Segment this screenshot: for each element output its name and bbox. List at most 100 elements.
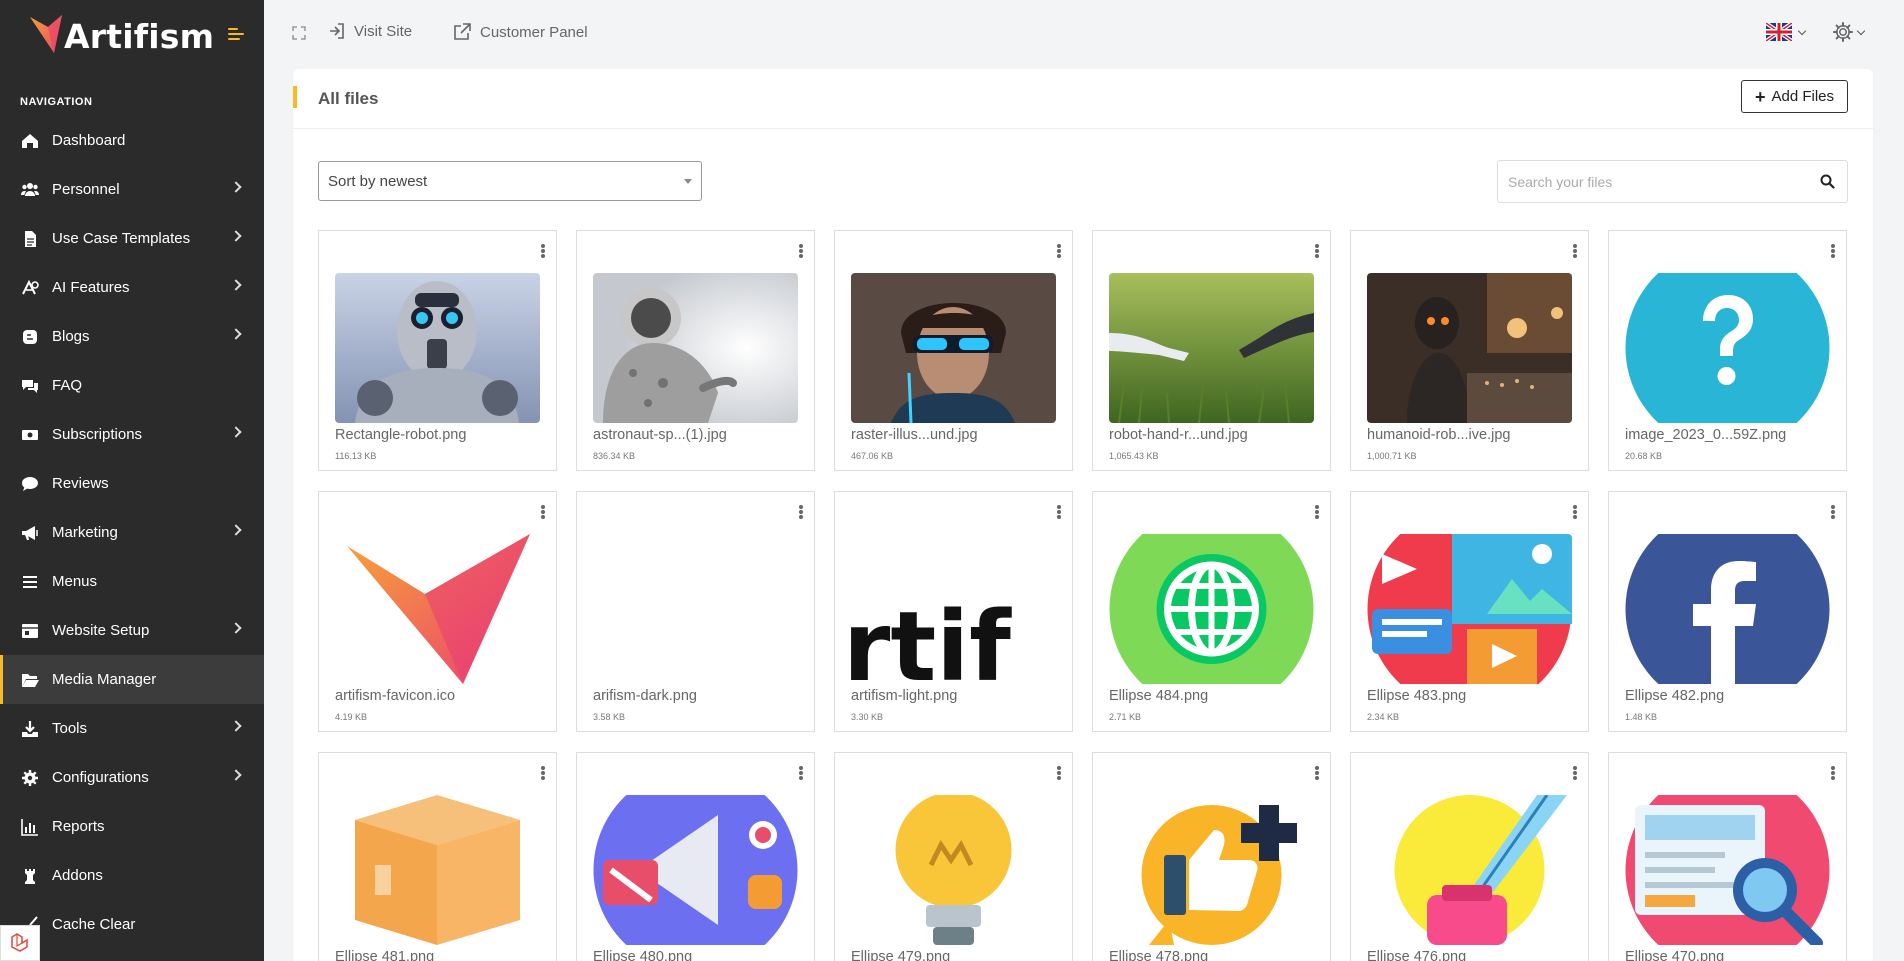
fullscreen-icon[interactable] — [292, 26, 306, 40]
settings-chevron-down-icon[interactable] — [1856, 26, 1866, 36]
sidebar-item-label: Tools — [52, 720, 88, 737]
sort-select[interactable]: Sort by newest — [318, 161, 702, 201]
more-vertical-icon[interactable] — [1831, 244, 1835, 258]
more-vertical-icon[interactable] — [1057, 766, 1061, 780]
more-vertical-icon[interactable] — [799, 766, 803, 780]
more-vertical-icon[interactable] — [1057, 244, 1061, 258]
file-card[interactable]: Ellipse 482.png 1.48 KB — [1608, 491, 1847, 732]
settings-gear-icon[interactable] — [1832, 21, 1854, 43]
file-thumbnail[interactable] — [1109, 795, 1314, 945]
file-thumbnail[interactable] — [335, 795, 540, 945]
file-card[interactable]: image_2023_0...59Z.png 20.68 KB — [1608, 230, 1847, 471]
sidebar-item-label: Subscriptions — [52, 426, 143, 443]
topbar: Visit Site Customer Panel — [264, 0, 1904, 68]
file-thumbnail[interactable] — [593, 273, 798, 423]
menu-toggle-icon[interactable] — [228, 28, 246, 42]
sidebar-item-dashboard[interactable]: Dashboard — [0, 116, 264, 165]
folder-open-icon — [20, 671, 40, 689]
svg-text:rtif: rtif — [851, 591, 1012, 684]
sidebar-item-reviews[interactable]: Reviews — [0, 459, 264, 508]
file-name: Ellipse 482.png — [1625, 688, 1725, 704]
more-vertical-icon[interactable] — [541, 766, 545, 780]
file-thumbnail[interactable] — [1625, 795, 1830, 945]
file-card[interactable]: raster-illus...und.jpg 467.06 KB — [834, 230, 1073, 471]
uk-flag-icon[interactable] — [1766, 23, 1792, 41]
more-vertical-icon[interactable] — [1573, 766, 1577, 780]
sidebar-item-media-manager[interactable]: Media Manager — [0, 655, 264, 704]
sidebar-item-website-setup[interactable]: Website Setup — [0, 606, 264, 655]
file-card[interactable]: Rectangle-robot.png 116.13 KB — [318, 230, 557, 471]
file-thumbnail[interactable] — [335, 534, 540, 684]
file-thumbnail[interactable] — [1367, 534, 1572, 684]
file-card[interactable]: astronaut-sp...(1).jpg 836.34 KB — [576, 230, 815, 471]
sidebar-item-faq[interactable]: FAQ — [0, 361, 264, 410]
more-vertical-icon[interactable] — [541, 244, 545, 258]
more-vertical-icon[interactable] — [1315, 766, 1319, 780]
sidebar-item-label: Media Manager — [52, 671, 157, 688]
more-vertical-icon[interactable] — [1315, 505, 1319, 519]
file-thumbnail[interactable] — [1109, 534, 1314, 684]
brand-logo[interactable]: Artifism — [28, 11, 228, 61]
more-vertical-icon[interactable] — [1057, 505, 1061, 519]
sidebar-item-tools[interactable]: Tools — [0, 704, 264, 753]
visit-site-link[interactable]: Visit Site — [328, 22, 412, 40]
file-thumbnail[interactable] — [1625, 273, 1830, 423]
file-thumbnail[interactable] — [1367, 273, 1572, 423]
file-card[interactable]: Ellipse 476.png — [1350, 752, 1589, 961]
sidebar-item-use-case-templates[interactable]: Use Case Templates — [0, 214, 264, 263]
file-size: 3.58 KB — [593, 712, 626, 722]
blog-icon — [20, 328, 40, 346]
file-thumbnail[interactable] — [1367, 795, 1572, 945]
sidebar-item-configurations[interactable]: Configurations — [0, 753, 264, 802]
sidebar-item-subscriptions[interactable]: Subscriptions — [0, 410, 264, 459]
file-card[interactable]: Ellipse 470.png — [1608, 752, 1847, 961]
file-card[interactable]: Ellipse 483.png 2.34 KB — [1350, 491, 1589, 732]
file-card[interactable]: robot-hand-r...und.jpg 1,065.43 KB — [1092, 230, 1331, 471]
file-card[interactable]: artifism-favicon.ico 4.19 KB — [318, 491, 557, 732]
file-size: 2.34 KB — [1367, 712, 1400, 722]
file-card[interactable]: Ellipse 479.png — [834, 752, 1073, 961]
sidebar-item-personnel[interactable]: Personnel — [0, 165, 264, 214]
file-card[interactable]: Ellipse 481.png — [318, 752, 557, 961]
sidebar-item-reports[interactable]: Reports — [0, 802, 264, 851]
file-card[interactable]: humanoid-rob...ive.jpg 1,000.71 KB — [1350, 230, 1589, 471]
more-vertical-icon[interactable] — [799, 505, 803, 519]
add-files-button[interactable]: + Add Files — [1740, 80, 1848, 113]
file-card[interactable]: Ellipse 478.png — [1092, 752, 1331, 961]
search-input[interactable] — [1498, 161, 1807, 202]
laravel-icon[interactable] — [0, 925, 40, 961]
chevron-right-icon — [230, 524, 242, 536]
more-vertical-icon[interactable] — [1315, 244, 1319, 258]
file-thumbnail[interactable] — [593, 534, 798, 684]
chevron-right-icon — [230, 426, 242, 438]
file-size: 4.19 KB — [335, 712, 368, 722]
sidebar-item-menus[interactable]: Menus — [0, 557, 264, 606]
more-vertical-icon[interactable] — [1831, 766, 1835, 780]
sidebar-item-blogs[interactable]: Blogs — [0, 312, 264, 361]
sidebar-item-ai-features[interactable]: AI Features — [0, 263, 264, 312]
file-thumbnail[interactable] — [1625, 534, 1830, 684]
sidebar-item-addons[interactable]: Addons — [0, 851, 264, 900]
file-size: 467.06 KB — [851, 451, 894, 461]
file-thumbnail[interactable] — [1109, 273, 1314, 423]
more-vertical-icon[interactable] — [1573, 244, 1577, 258]
file-card[interactable]: Ellipse 484.png 2.71 KB — [1092, 491, 1331, 732]
sidebar-item-marketing[interactable]: Marketing — [0, 508, 264, 557]
more-vertical-icon[interactable] — [1573, 505, 1577, 519]
file-thumbnail[interactable]: rtif — [851, 534, 1056, 684]
more-vertical-icon[interactable] — [799, 244, 803, 258]
more-vertical-icon[interactable] — [1831, 505, 1835, 519]
file-thumbnail[interactable] — [851, 273, 1056, 423]
users-icon — [20, 181, 40, 199]
customer-panel-link[interactable]: Customer Panel — [452, 22, 588, 42]
file-card[interactable]: Ellipse 480.png — [576, 752, 815, 961]
more-vertical-icon[interactable] — [541, 505, 545, 519]
language-chevron-down-icon[interactable] — [1797, 26, 1807, 36]
file-card[interactable]: rtif artifism-light.png 3.30 KB — [834, 491, 1073, 732]
file-thumbnail[interactable] — [335, 273, 540, 423]
file-card[interactable]: arifism-dark.png 3.58 KB — [576, 491, 815, 732]
megaphone-icon — [20, 524, 40, 542]
search-icon[interactable] — [1807, 174, 1847, 189]
file-thumbnail[interactable] — [851, 795, 1056, 945]
file-thumbnail[interactable] — [593, 795, 798, 945]
